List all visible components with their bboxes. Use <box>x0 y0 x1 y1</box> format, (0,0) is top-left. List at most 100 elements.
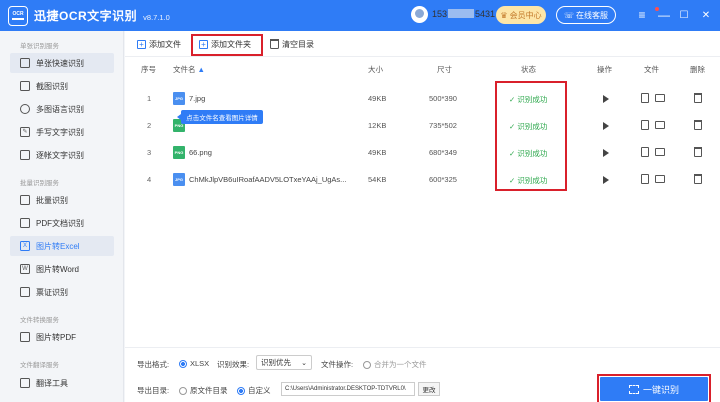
file-name-link[interactable]: 7.jpg <box>189 94 205 103</box>
sidebar: 单张识别服务 单张快速识别 截图识别 多图语言识别 ✎ 手写文字识别 逐帐文字识别… <box>0 31 124 402</box>
export-path-field[interactable]: C:\Users\Administrator.DESKTOP-TDTVRL0\ <box>281 382 415 396</box>
sidebar-item-label: 图片转Word <box>36 264 79 274</box>
dir-custom-radio[interactable]: 自定义 <box>237 385 271 396</box>
col-name[interactable]: 文件名 ▲ <box>173 64 205 75</box>
sidebar-item-image-to-pdf[interactable]: 图片转PDF <box>10 327 114 347</box>
jpg-file-icon: JPG <box>173 92 185 105</box>
sort-icon: ▲ <box>197 65 205 74</box>
file-detail-tooltip: 点击文件名查看图片详情 <box>177 110 263 124</box>
dir-custom-label: 自定义 <box>248 386 271 395</box>
vip-center-button[interactable]: ♛ 会员中心 <box>496 6 546 24</box>
sidebar-group-translate: 文件翻译服务 <box>20 362 59 369</box>
excel-icon: X <box>20 241 30 251</box>
pen-icon: ✎ <box>20 127 30 137</box>
globe-icon <box>20 104 30 114</box>
delete-icon[interactable] <box>694 147 702 157</box>
play-icon[interactable] <box>603 95 609 103</box>
sidebar-item-label: 手写文字识别 <box>36 127 84 137</box>
table-header: 序号 文件名 ▲ 大小 尺寸 状态 操作 文件 删除 <box>125 64 720 78</box>
sidebar-item-label: 票证识别 <box>36 287 68 297</box>
file-size: 54KB <box>368 175 387 184</box>
user-id[interactable]: 153 5431 <box>432 9 495 19</box>
format-xlsx-radio[interactable]: XLSX <box>179 359 209 368</box>
delete-icon[interactable] <box>694 120 702 130</box>
sidebar-item-batch[interactable]: 批量识别 <box>10 190 114 210</box>
radio-icon <box>363 360 371 369</box>
file-dimensions: 735*502 <box>429 121 457 130</box>
app-logo-icon: OCR <box>8 5 28 26</box>
dir-original-radio[interactable]: 原文件目录 <box>179 385 228 396</box>
add-file-button[interactable]: + 添加文件 <box>137 38 181 50</box>
play-icon[interactable] <box>603 149 609 157</box>
close-icon[interactable]: ✕ <box>698 6 714 24</box>
change-dir-button[interactable]: 更改 <box>418 382 440 396</box>
file-name-link[interactable]: 66.png <box>189 148 212 157</box>
vip-label: 会员中心 <box>509 10 542 20</box>
sidebar-item-document[interactable]: 逐帐文字识别 <box>10 145 114 165</box>
sidebar-item-translate[interactable]: 翻译工具 <box>10 373 114 393</box>
logo-text: OCR <box>12 11 24 18</box>
sidebar-group-single: 单张识别服务 <box>20 43 59 50</box>
document-icon[interactable] <box>641 120 649 130</box>
table-row: 3 PNG 66.png 49KB 680*349 ✓ 识别成功 <box>125 146 720 166</box>
sidebar-item-ticket[interactable]: 票证识别 <box>10 282 114 302</box>
radio-icon <box>179 386 187 395</box>
sidebar-item-screenshot[interactable]: 截图识别 <box>10 76 114 96</box>
sidebar-group-convert: 文件转换服务 <box>20 317 59 324</box>
sidebar-item-quick-ocr[interactable]: 单张快速识别 <box>10 53 114 73</box>
row-index: 1 <box>147 94 152 103</box>
effect-value: 识别优先 <box>261 358 291 367</box>
sidebar-item-label: 多图语言识别 <box>36 104 84 114</box>
folder-icon[interactable] <box>655 94 665 102</box>
table-row: 4 JPG ChMkJlpVB6uIRoafAADV5LOTxeYAAj_UgA… <box>125 173 720 193</box>
document-icon[interactable] <box>641 147 649 157</box>
png-file-icon: PNG <box>173 146 185 159</box>
col-operation: 操作 <box>597 65 612 74</box>
word-icon: W <box>20 264 30 274</box>
sidebar-item-handwriting[interactable]: ✎ 手写文字识别 <box>10 122 114 142</box>
sidebar-item-label: 批量识别 <box>36 195 68 205</box>
crown-icon: ♛ <box>500 10 508 20</box>
sidebar-item-word[interactable]: W 图片转Word <box>10 259 114 279</box>
user-id-suffix: 5431 <box>475 9 496 19</box>
pdf-icon <box>20 218 30 228</box>
folder-icon[interactable] <box>655 148 665 156</box>
col-name-label: 文件名 <box>173 65 196 74</box>
col-delete: 删除 <box>690 65 705 74</box>
clear-list-button[interactable]: 清空目录 <box>270 38 314 50</box>
play-icon[interactable] <box>603 122 609 130</box>
translate-icon <box>20 378 30 388</box>
online-service-button[interactable]: ☏ 在线客服 <box>556 6 616 24</box>
main-panel: + 添加文件 + 添加文件夹 清空目录 序号 文件名 ▲ 大小 尺寸 状态 操作 … <box>125 31 720 402</box>
export-options-panel: 导出格式: XLSX 识别效果: 识别优先 ⌄ 文件操作: 合并为一个文件 导出… <box>125 347 720 402</box>
minimize-icon[interactable]: — <box>656 6 672 24</box>
merge-file-radio[interactable]: 合并为一个文件 <box>363 359 427 370</box>
row-index: 2 <box>147 121 152 130</box>
effect-select[interactable]: 识别优先 ⌄ <box>256 355 312 370</box>
play-icon[interactable] <box>603 176 609 184</box>
app-title: 迅捷OCR文字识别 <box>34 9 138 23</box>
sidebar-item-label: 图片转PDF <box>36 332 76 342</box>
sidebar-item-multi-language[interactable]: 多图语言识别 <box>10 99 114 119</box>
sidebar-item-pdf[interactable]: PDF文档识别 <box>10 213 114 233</box>
sidebar-item-label: 翻译工具 <box>36 378 68 388</box>
col-dimensions: 尺寸 <box>437 65 452 74</box>
delete-icon[interactable] <box>694 93 702 103</box>
document-icon <box>20 150 30 160</box>
trash-icon <box>270 39 279 49</box>
sidebar-item-excel[interactable]: X 图片转Excel <box>10 236 114 256</box>
row-index: 4 <box>147 175 152 184</box>
avatar[interactable] <box>411 6 428 23</box>
maximize-icon[interactable]: ☐ <box>676 6 692 24</box>
layers-icon <box>20 195 30 205</box>
folder-icon[interactable] <box>655 121 665 129</box>
pdf-convert-icon <box>20 332 30 342</box>
document-icon[interactable] <box>641 174 649 184</box>
menu-icon[interactable]: ≡ <box>634 6 650 24</box>
delete-icon[interactable] <box>694 174 702 184</box>
file-dimensions: 600*325 <box>429 175 457 184</box>
file-name-link[interactable]: ChMkJlpVB6uIRoafAADV5LOTxeYAAj_UgAs... <box>189 175 365 184</box>
radio-icon <box>179 359 187 368</box>
folder-icon[interactable] <box>655 175 665 183</box>
document-icon[interactable] <box>641 93 649 103</box>
